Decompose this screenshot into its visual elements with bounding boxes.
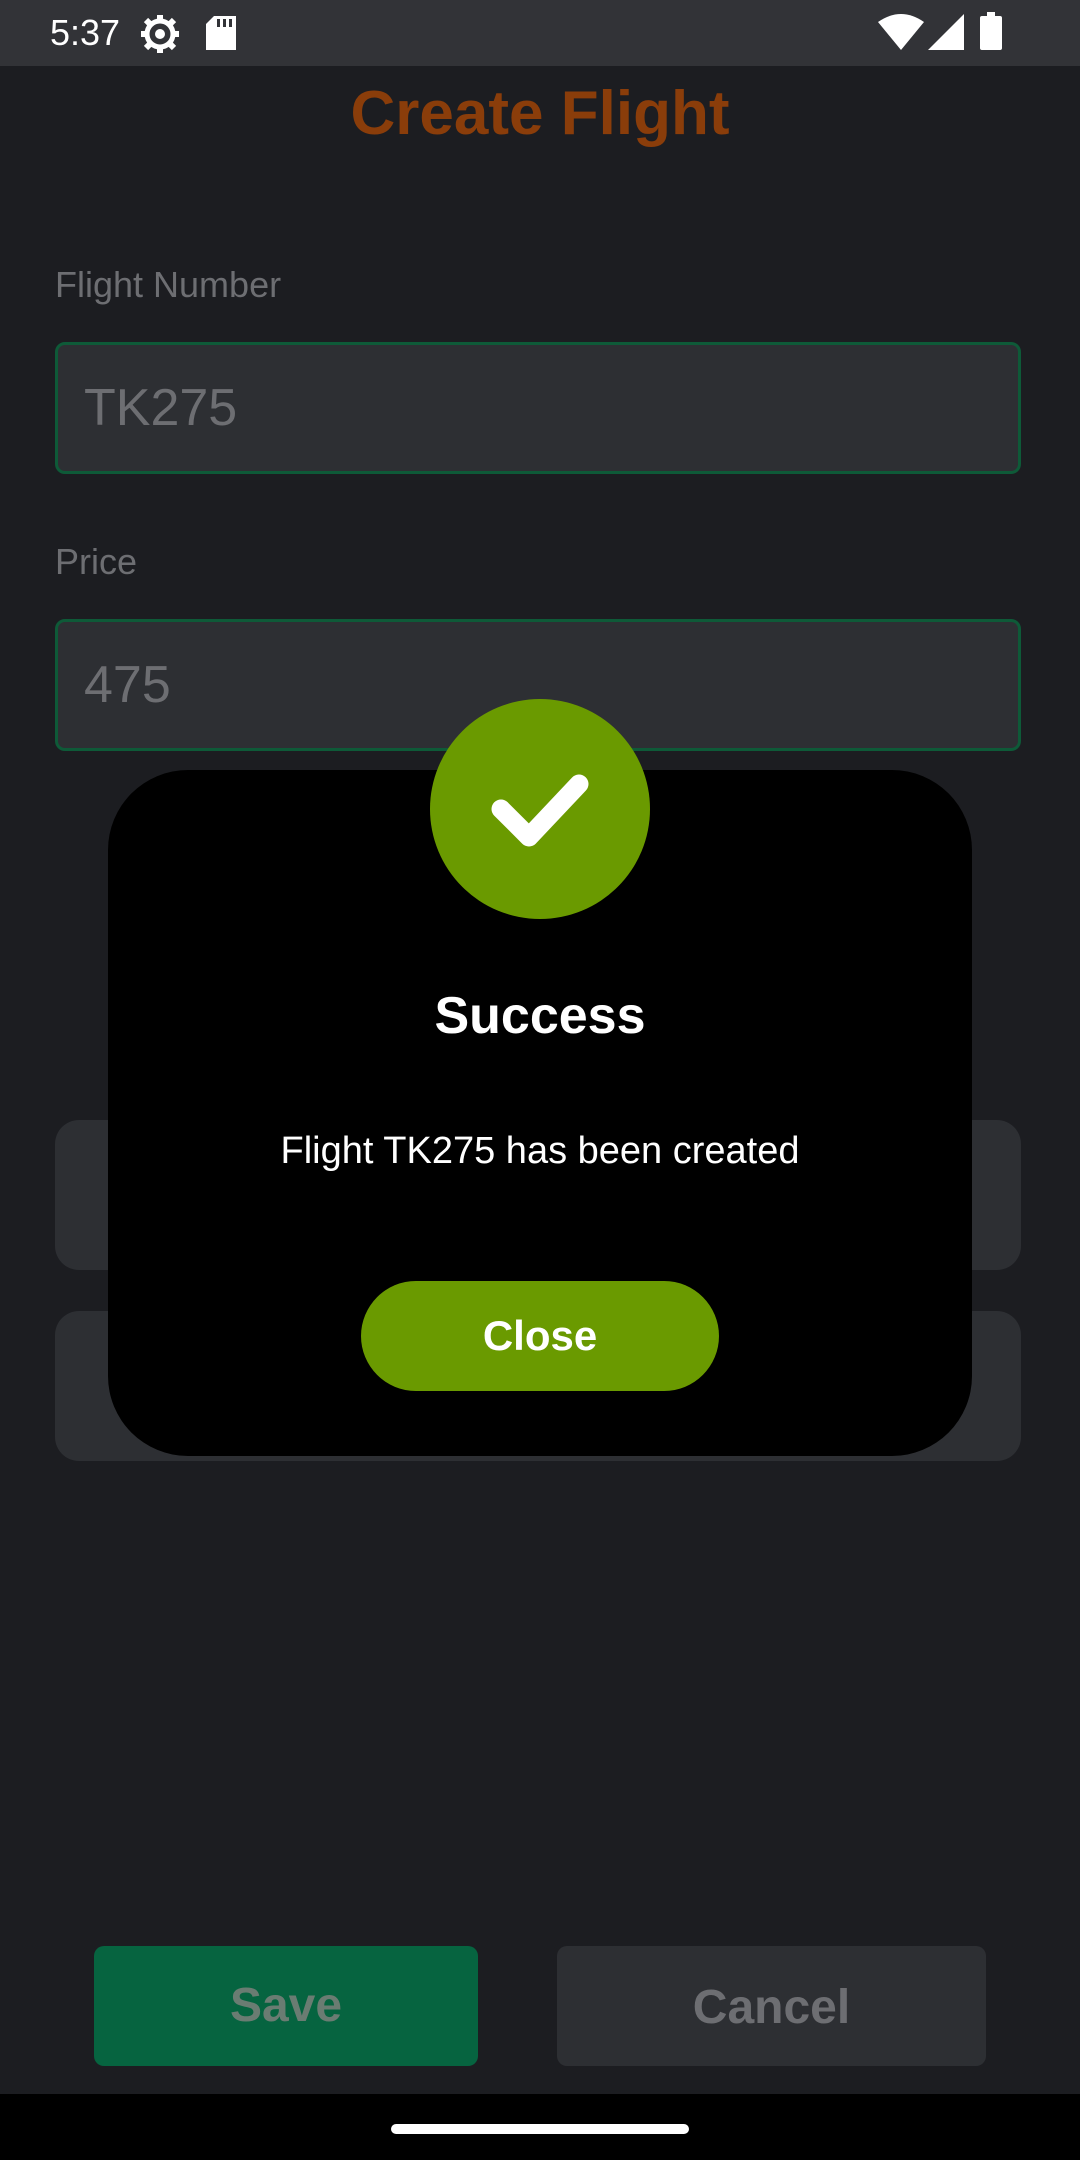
sd-card-icon — [206, 16, 236, 55]
save-button[interactable]: Save — [94, 1946, 478, 2066]
cellular-signal-icon — [928, 14, 964, 55]
wifi-icon — [878, 14, 924, 55]
home-gesture-handle[interactable] — [391, 2124, 689, 2134]
status-time: 5:37 — [50, 12, 121, 53]
flight-number-input[interactable]: TK275 — [55, 342, 1021, 474]
close-button[interactable]: Close — [361, 1281, 719, 1391]
navigation-bar — [0, 2094, 1080, 2160]
flight-number-label: Flight Number — [55, 264, 282, 305]
status-bar: 5:37 — [0, 0, 1080, 66]
dialog-message: Flight TK275 has been created — [280, 1130, 800, 1172]
cancel-button[interactable]: Cancel — [557, 1946, 986, 2066]
battery-icon — [980, 12, 1002, 55]
price-label: Price — [55, 541, 138, 582]
success-badge — [430, 699, 650, 919]
checkmark-icon — [430, 699, 650, 924]
settings-gear-icon — [140, 14, 180, 59]
dialog-title: Success — [434, 987, 646, 1045]
page-title: Create Flight — [350, 79, 730, 148]
